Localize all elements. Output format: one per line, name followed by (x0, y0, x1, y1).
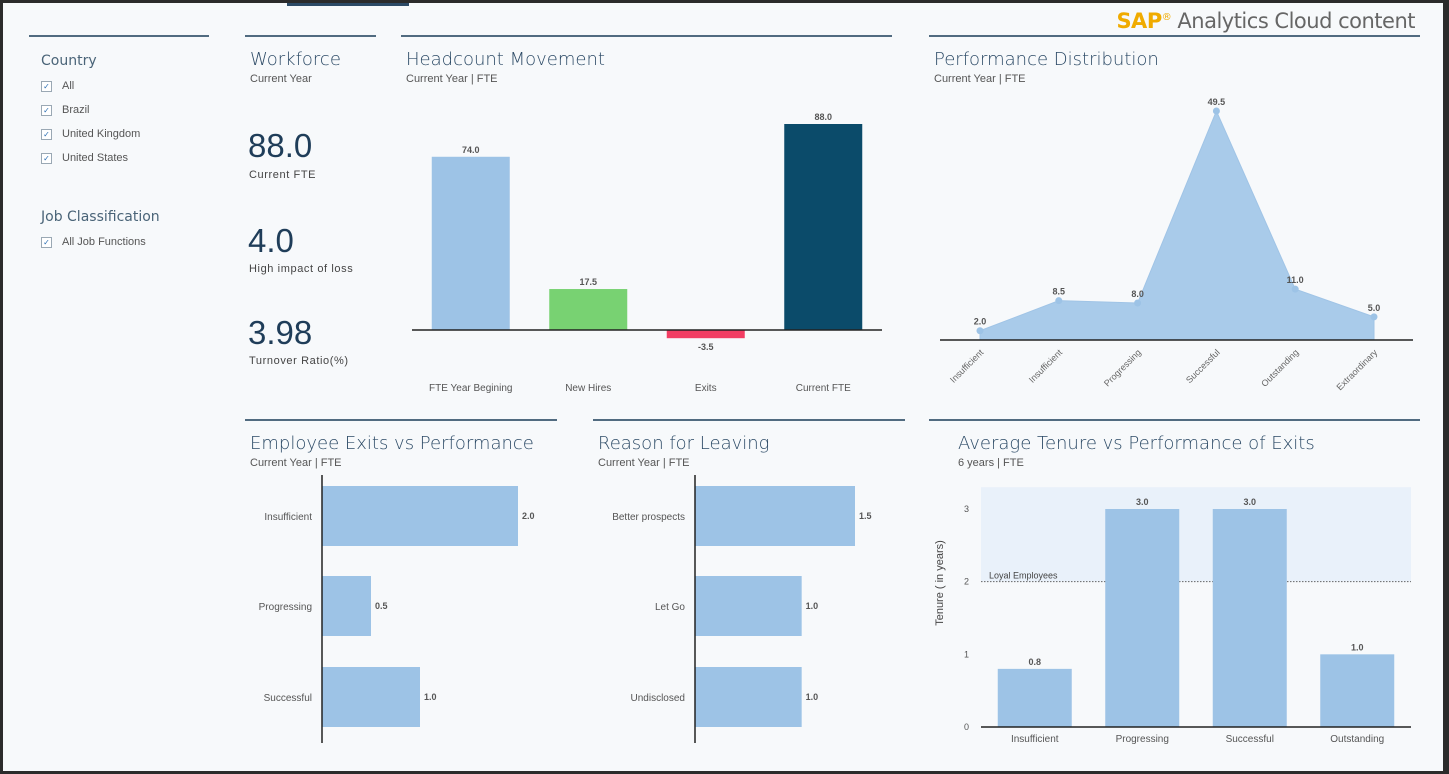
dashboard-page: SAP® Analytics Cloud content Country ✓ Al… (3, 3, 1443, 771)
tenure-data-label: 3.0 (1136, 497, 1149, 507)
tenure-category-label: Progressing (1116, 734, 1169, 745)
loyal-band (981, 487, 1411, 582)
tenure-category-label: Outstanding (1330, 734, 1384, 745)
tenure-chart: Loyal Employees 0.8 Insufficient 3.0 Progres… (934, 487, 1411, 745)
tenure-y-axis-label: Tenure ( in years) (934, 540, 946, 626)
tenure-bar (1105, 509, 1180, 727)
tenure-data-label: 1.0 (1351, 642, 1364, 652)
tenure-bar (1212, 509, 1287, 727)
tenure-y-tick: 1 (964, 649, 969, 659)
tenure-bar (1320, 654, 1395, 727)
tenure-y-tick: 0 (964, 722, 969, 732)
tenure-y-tick: 2 (964, 577, 969, 587)
loyal-reference-label: Loyal Employees (989, 571, 1058, 581)
tenure-category-label: Successful (1226, 734, 1274, 745)
tenure-data-label: 3.0 (1243, 497, 1256, 507)
tenure-y-tick: 3 (964, 504, 969, 514)
tenure-bar (997, 668, 1072, 727)
tenure-category-label: Insufficient (1011, 734, 1059, 745)
tenure-data-label: 0.8 (1028, 657, 1041, 667)
